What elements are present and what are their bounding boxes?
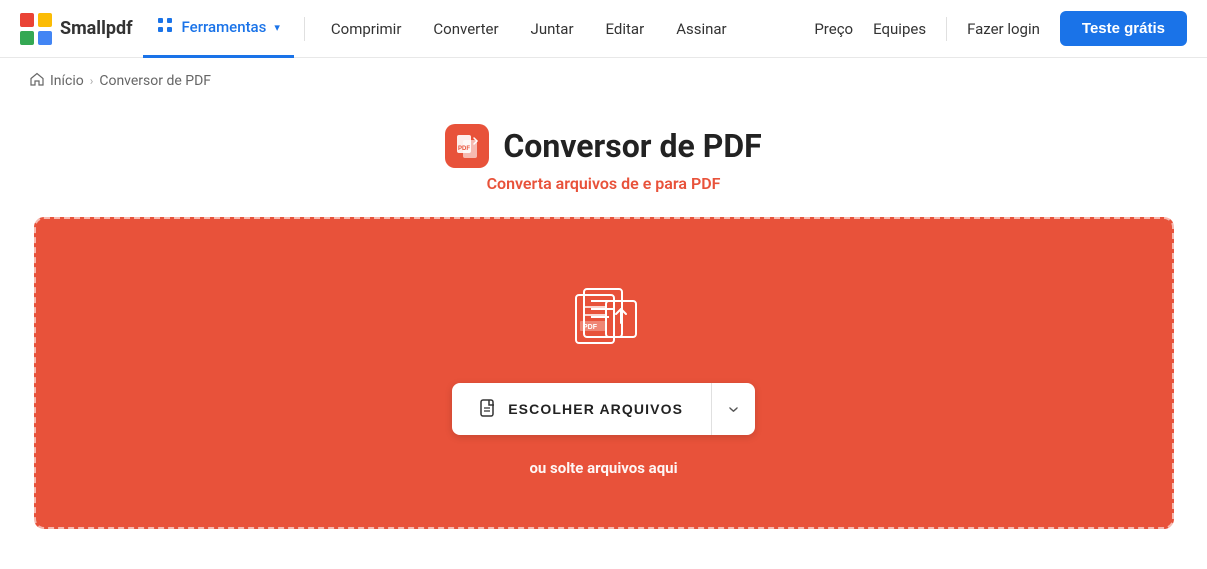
upload-file-icon <box>480 399 498 419</box>
nav-link-editar[interactable]: Editar <box>590 0 661 58</box>
nav-link-juntar[interactable]: Juntar <box>515 0 590 58</box>
navbar-right: Preço Equipes Fazer login Teste grátis <box>814 11 1187 46</box>
upload-button-group: ESCOLHER ARQUIVOS › <box>452 383 755 435</box>
svg-text:PDF: PDF <box>583 324 598 331</box>
drop-text: ou solte arquivos aqui <box>529 459 677 477</box>
page-title-area: PDF Conversor de PDF Converta arquivos d… <box>445 124 761 193</box>
breadcrumb: Início › Conversor de PDF <box>0 58 1207 104</box>
nav-divider-1 <box>304 17 305 41</box>
home-icon <box>30 72 44 90</box>
choose-files-label: ESCOLHER ARQUIVOS <box>508 401 683 417</box>
drop-text-label: ou solte arquivos aqui <box>529 459 677 477</box>
nav-right-divider <box>946 17 947 41</box>
choose-files-button[interactable]: ESCOLHER ARQUIVOS <box>452 383 712 435</box>
page-icon: PDF <box>445 124 489 168</box>
breadcrumb-separator: › <box>90 74 94 88</box>
nav-link-equipes[interactable]: Equipes <box>873 20 926 38</box>
navbar: Smallpdf Ferramentas ▾ Comprimir Convert… <box>0 0 1207 58</box>
upload-area[interactable]: PDF ESCOLHER ARQUIVOS › <box>34 217 1174 529</box>
brand-name: Smallpdf <box>60 18 133 39</box>
breadcrumb-home[interactable]: Início <box>50 73 84 89</box>
navbar-links: Comprimir Converter Juntar Editar Assina… <box>315 0 814 58</box>
nav-link-converter[interactable]: Converter <box>417 0 514 58</box>
upload-dropdown-button[interactable]: › <box>712 383 755 435</box>
nav-link-comprimir[interactable]: Comprimir <box>315 0 418 58</box>
ferramentas-menu[interactable]: Ferramentas ▾ <box>143 0 294 58</box>
upload-icon-area: PDF <box>554 279 654 359</box>
nav-link-preco[interactable]: Preço <box>814 20 853 38</box>
nav-link-assinar[interactable]: Assinar <box>660 0 742 58</box>
svg-text:PDF: PDF <box>458 146 470 152</box>
page-subtitle: Converta arquivos de e para PDF <box>487 174 721 193</box>
login-link[interactable]: Fazer login <box>967 20 1040 38</box>
chevron-down-icon: › <box>722 406 745 413</box>
logo[interactable]: Smallpdf <box>20 13 133 45</box>
trial-button[interactable]: Teste grátis <box>1060 11 1187 46</box>
ferramentas-label: Ferramentas <box>182 18 267 36</box>
chevron-down-icon: ▾ <box>274 21 280 34</box>
subtitle-prefix: Converta arquivos de e para <box>487 174 691 193</box>
page-title-row: PDF Conversor de PDF <box>445 124 761 168</box>
breadcrumb-current: Conversor de PDF <box>99 73 211 89</box>
subtitle-highlight: PDF <box>691 174 720 193</box>
grid-icon <box>157 17 173 37</box>
logo-icon <box>20 13 52 45</box>
main-content: PDF Conversor de PDF Converta arquivos d… <box>0 104 1207 569</box>
page-title: Conversor de PDF <box>503 127 761 165</box>
